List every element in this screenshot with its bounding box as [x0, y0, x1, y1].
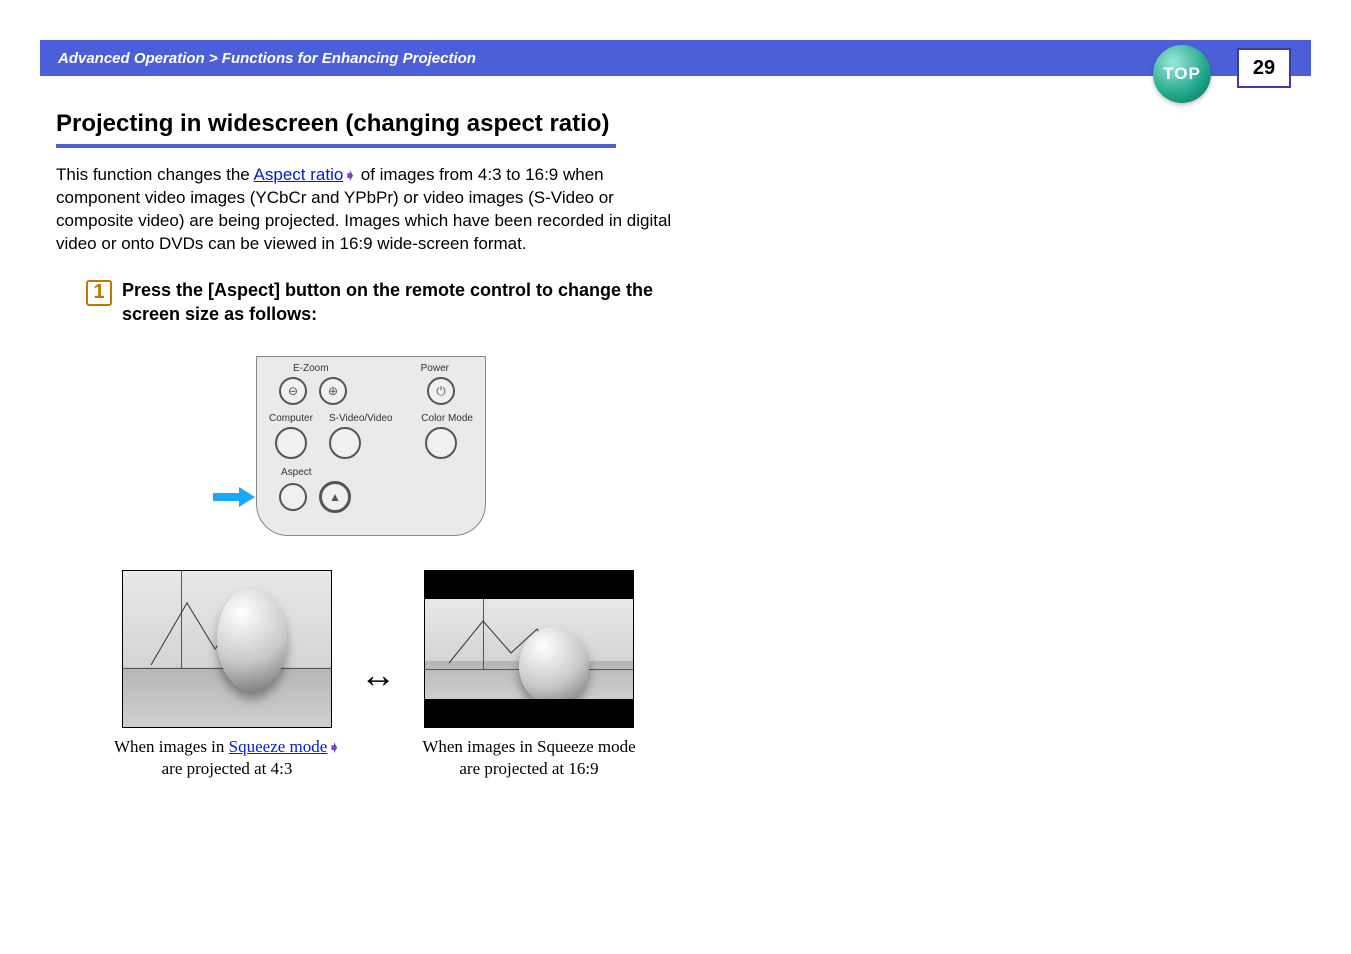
- intro-paragraph: This function changes the Aspect ratio➧ …: [56, 164, 676, 256]
- label-power: Power: [421, 363, 449, 374]
- panel-16-9: When images in Squeeze mode are projecte…: [414, 570, 644, 779]
- ezoom-minus-button: ⊖: [279, 377, 307, 405]
- caption-4-3-post: are projected at 4:3: [162, 759, 293, 778]
- aspect-button: [279, 483, 307, 511]
- caption-4-3-pre: When images in: [114, 737, 229, 756]
- step-number-badge: 1: [86, 280, 112, 306]
- scene-4-3: [123, 571, 331, 727]
- top-button[interactable]: TOP: [1153, 45, 1211, 103]
- pointer-arrow-icon: [213, 489, 257, 505]
- image-16-9: [424, 570, 634, 728]
- svideo-button: [329, 427, 361, 459]
- glossary-icon[interactable]: ➧: [328, 740, 340, 758]
- caption-16-9: When images in Squeeze mode are projecte…: [414, 736, 644, 779]
- colormode-button: [425, 427, 457, 459]
- letterbox-top: [425, 571, 633, 599]
- header-bar: Advanced Operation > Functions for Enhan…: [40, 40, 1311, 76]
- ezoom-plus-button: ⊕: [319, 377, 347, 405]
- caption-4-3: When images in Squeeze mode➧ are project…: [112, 736, 342, 779]
- content-area: Projecting in widescreen (changing aspec…: [56, 110, 1295, 779]
- panel-4-3: When images in Squeeze mode➧ are project…: [112, 570, 342, 779]
- aspect-comparison: When images in Squeeze mode➧ are project…: [112, 570, 1295, 779]
- section-title: Projecting in widescreen (changing aspec…: [56, 110, 616, 148]
- breadcrumb: Advanced Operation > Functions for Enhan…: [58, 50, 476, 67]
- step-instruction: Press the [Aspect] button on the remote …: [122, 278, 686, 327]
- step-1: 1 Press the [Aspect] button on the remot…: [86, 278, 686, 327]
- double-arrow-icon: ↔: [360, 654, 396, 696]
- label-ezoom: E-Zoom: [293, 363, 329, 374]
- aspect-ratio-link[interactable]: Aspect ratio: [254, 165, 344, 184]
- label-svideo: S-Video/Video: [329, 413, 393, 424]
- computer-button: [275, 427, 307, 459]
- label-computer: Computer: [269, 413, 313, 424]
- letterbox-bottom: [425, 699, 633, 727]
- scene-16-9: [425, 599, 633, 699]
- remote-illustration: E-Zoom Power Computer S-Video/Video Colo…: [256, 356, 486, 536]
- remote-body: E-Zoom Power Computer S-Video/Video Colo…: [256, 356, 486, 536]
- page-number: 29: [1237, 48, 1291, 88]
- egg-4-3: [217, 587, 287, 691]
- intro-text-pre: This function changes the: [56, 165, 254, 184]
- label-aspect: Aspect: [281, 467, 312, 478]
- squeeze-mode-link[interactable]: Squeeze mode: [229, 737, 328, 756]
- label-colormode: Color Mode: [421, 413, 473, 424]
- glossary-icon[interactable]: ➧: [344, 166, 356, 185]
- egg-16-9: [519, 627, 589, 705]
- power-button: ⏻: [427, 377, 455, 405]
- up-button: ▲: [319, 481, 351, 513]
- image-4-3: [122, 570, 332, 728]
